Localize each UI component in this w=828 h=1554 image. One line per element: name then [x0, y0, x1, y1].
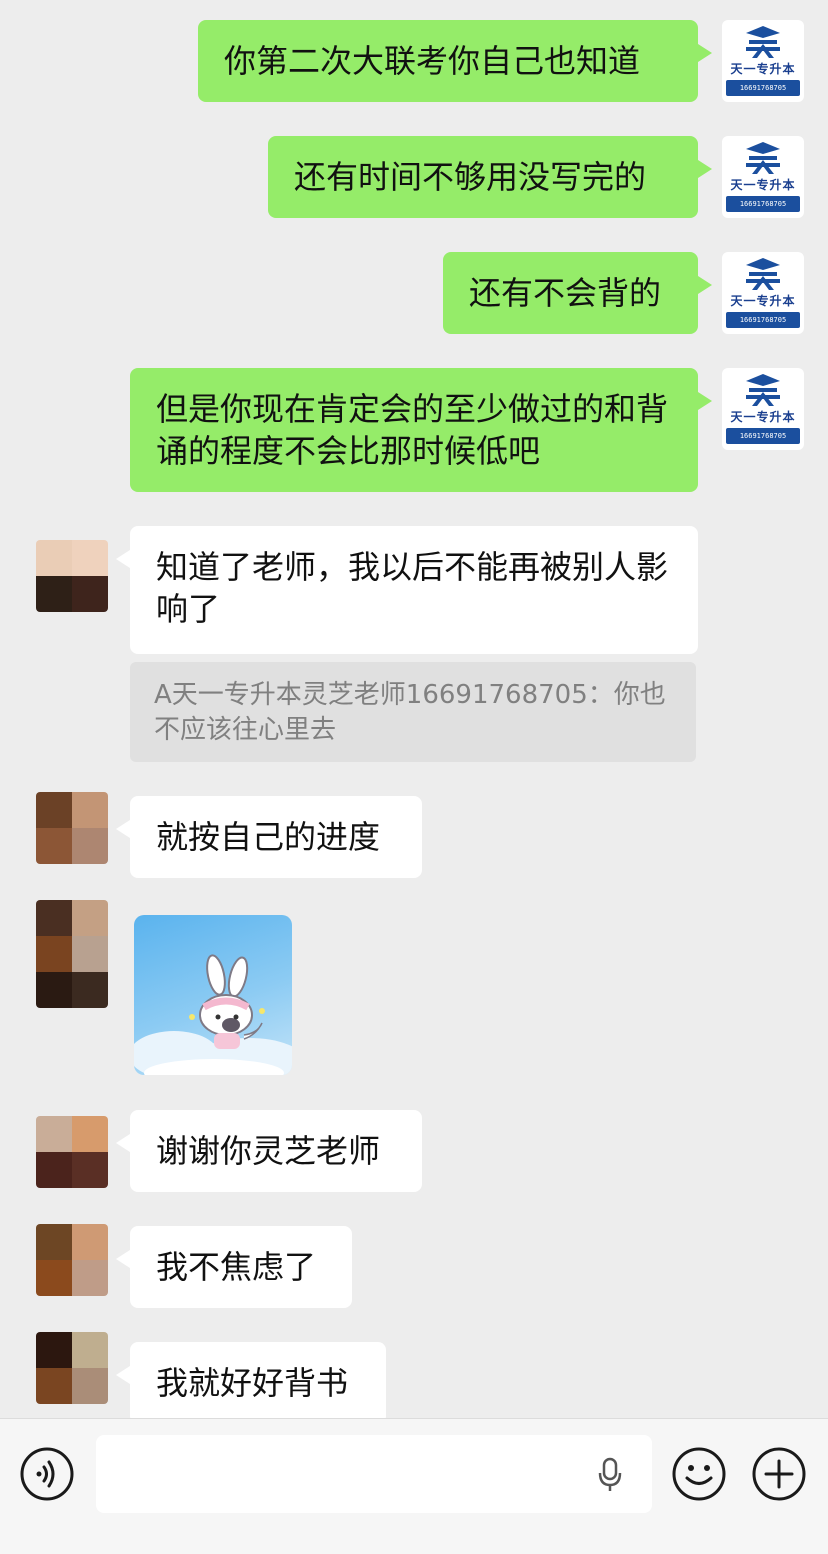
avatar-pixel [36, 900, 72, 936]
message-text: 我就好好背书 [156, 1364, 349, 1402]
message-bubble-outgoing[interactable]: 还有不会背的 [443, 252, 712, 334]
message-text: 就按自己的进度 [156, 818, 381, 856]
message-text: 但是你现在肯定会的至少做过的和背诵的程度不会比那时候低吧 [156, 390, 669, 470]
message-bubble-outgoing[interactable]: 还有时间不够用没写完的 [268, 136, 712, 218]
student-avatar[interactable] [36, 1332, 108, 1404]
brand-name: 天一专升本 [730, 410, 796, 424]
teacher-avatar[interactable]: 天一专升本 16691768705 [722, 20, 804, 102]
teacher-avatar[interactable]: 天一专升本 16691768705 [722, 252, 804, 334]
brand-name: 天一专升本 [730, 178, 796, 192]
brand-name: 天一专升本 [730, 294, 796, 308]
quoted-text: A天一专升本灵芝老师16691768705：你也不应该往心里去 [154, 680, 666, 745]
message-text: 你第二次大联考你自己也知道 [224, 42, 641, 80]
message-text: 我不焦虑了 [156, 1248, 317, 1286]
student-avatar[interactable] [36, 540, 108, 612]
message-input[interactable] [96, 1435, 652, 1513]
input-toolbar [0, 1418, 828, 1554]
message-bubble-outgoing[interactable]: 但是你现在肯定会的至少做过的和背诵的程度不会比那时候低吧 [130, 368, 712, 492]
avatar-pixel [72, 936, 108, 972]
brand-logo-icon [746, 374, 780, 406]
avatar-pixel [72, 792, 108, 828]
avatar-pixel [72, 972, 108, 1008]
avatar-pixel [72, 540, 108, 576]
avatar-pixel [72, 1260, 108, 1296]
avatar-pixel [72, 828, 108, 864]
avatar-pixel [72, 1224, 108, 1260]
student-avatar[interactable] [36, 792, 108, 864]
avatar-pixel [36, 1152, 72, 1188]
emoji-icon[interactable] [672, 1447, 726, 1501]
brand-logo-icon [746, 142, 780, 174]
message-text: 谢谢你灵芝老师 [156, 1132, 381, 1170]
message-text: 还有时间不够用没写完的 [294, 158, 647, 196]
avatar-pixel [36, 1116, 72, 1152]
plus-icon[interactable] [752, 1447, 806, 1501]
avatar-pixel [36, 1368, 72, 1404]
avatar-pixel [36, 972, 72, 1008]
message-bubble-incoming[interactable]: 我就好好背书 [116, 1342, 386, 1418]
message-text: 还有不会背的 [469, 274, 662, 312]
quoted-message[interactable]: A天一专升本灵芝老师16691768705：你也不应该往心里去 [130, 662, 696, 762]
student-avatar[interactable] [36, 900, 108, 1008]
message-bubble-outgoing[interactable]: 你第二次大联考你自己也知道 [198, 20, 712, 102]
chat-area[interactable]: 你第二次大联考你自己也知道 天一专升本 16691768705 还有时间不够用没… [0, 0, 828, 1418]
message-bubble-incoming[interactable]: 谢谢你灵芝老师 [116, 1110, 422, 1192]
brand-logo-icon [746, 258, 780, 290]
avatar-pixel [36, 828, 72, 864]
message-text: 知道了老师，我以后不能再被别人影响了 [156, 548, 669, 628]
avatar-pixel [36, 792, 72, 828]
brand-name: 天一专升本 [730, 62, 796, 76]
avatar-pixel [36, 540, 72, 576]
teacher-avatar[interactable]: 天一专升本 16691768705 [722, 136, 804, 218]
avatar-pixel [36, 1224, 72, 1260]
microphone-icon[interactable] [598, 1457, 622, 1493]
brand-phone: 16691768705 [726, 428, 800, 444]
student-avatar[interactable] [36, 1224, 108, 1296]
message-bubble-incoming[interactable]: 知道了老师，我以后不能再被别人影响了 [116, 526, 698, 654]
avatar-pixel [36, 1260, 72, 1296]
avatar-pixel [72, 576, 108, 612]
message-bubble-incoming[interactable]: 就按自己的进度 [116, 796, 422, 878]
avatar-pixel [36, 576, 72, 612]
avatar-pixel [36, 936, 72, 972]
bunny-cloud-sticker[interactable] [134, 915, 292, 1075]
brand-phone: 16691768705 [726, 196, 800, 212]
brand-phone: 16691768705 [726, 312, 800, 328]
avatar-pixel [72, 1152, 108, 1188]
message-bubble-incoming[interactable]: 我不焦虑了 [116, 1226, 352, 1308]
avatar-pixel [36, 1332, 72, 1368]
avatar-pixel [72, 900, 108, 936]
bunny-icon [134, 954, 292, 1075]
avatar-pixel [72, 1368, 108, 1404]
student-avatar[interactable] [36, 1116, 108, 1188]
avatar-pixel [72, 1116, 108, 1152]
brand-phone: 16691768705 [726, 80, 800, 96]
teacher-avatar[interactable]: 天一专升本 16691768705 [722, 368, 804, 450]
voice-icon[interactable] [20, 1447, 74, 1501]
brand-logo-icon [746, 26, 780, 58]
avatar-pixel [72, 1332, 108, 1368]
